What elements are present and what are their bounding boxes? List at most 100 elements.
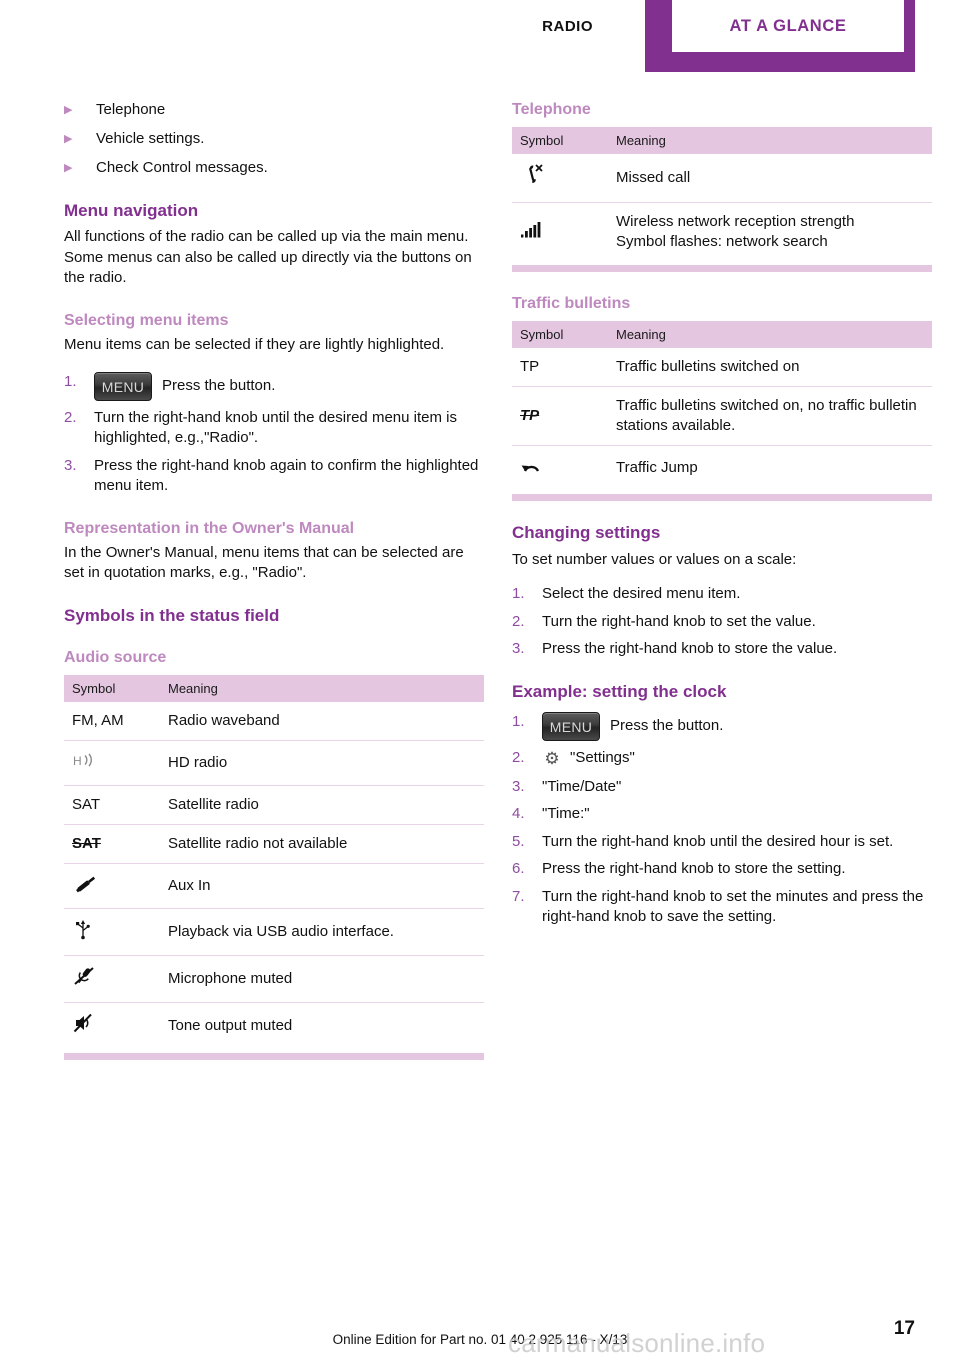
symbol-text-sat: SAT (72, 796, 101, 814)
table-row: SAT Satellite radio (64, 785, 484, 826)
speaker-muted-icon (72, 1012, 102, 1040)
step-number: 1. (64, 372, 77, 390)
step-label: Turn the right-hand knob until the desir… (94, 408, 457, 447)
usb-icon (72, 918, 102, 946)
step-label: Turn the right-hand knob to set the valu… (542, 612, 816, 630)
triangle-bullet-icon: ▶ (64, 162, 73, 174)
cell-symbol: TP (512, 386, 608, 447)
steps-example-clock: 1. MENU Press the button. 2. ⚙ "Settings"… (512, 712, 932, 928)
step-number: 6. (512, 860, 525, 878)
column-header-meaning: Meaning (160, 675, 484, 703)
cell-meaning: Traffic bulletins switched on (608, 348, 932, 388)
table-header-row: Symbol Meaning (512, 127, 932, 155)
bullet-label: Vehicle settings. (96, 130, 205, 147)
heading-symbols-status-field: Symbols in the status field (64, 605, 280, 625)
list-item: 2. ⚙ "Settings" (512, 748, 932, 770)
step-label: "Time:" (542, 805, 590, 823)
table-row: SAT Satellite radio not available (64, 824, 484, 865)
cell-symbol: TP (512, 348, 608, 388)
paragraph-selecting-menu-items: Menu items can be selected if they are l… (64, 336, 445, 354)
step-body: MENU Press the button. (94, 371, 484, 401)
list-item: 3. Press the right-hand knob to store th… (512, 639, 932, 660)
cell-symbol (512, 446, 608, 491)
triangle-bullet-icon: ▶ (64, 104, 73, 116)
cell-symbol (64, 908, 160, 957)
table-row: Traffic Jump (512, 446, 932, 491)
step-number: 3. (512, 777, 525, 795)
missed-call-icon (520, 163, 554, 193)
heading-menu-navigation: Menu navigation (64, 201, 199, 220)
list-item: 1. Select the desired menu item. (512, 584, 932, 605)
step-number: 1. (512, 713, 525, 731)
heading-traffic-bulletins: Traffic bulletins (512, 295, 631, 313)
list-item: 4. "Time:" (512, 804, 932, 825)
header-section-tab-label: AT A GLANCE (729, 16, 847, 35)
page-header: RADIO AT A GLANCE (0, 0, 960, 72)
heading-representation: Representation in the Owner's Manual (64, 519, 355, 537)
table-traffic-bulletins: Symbol Meaning TP Traffic bulletins swit… (512, 321, 932, 490)
table-bottom-rule (64, 1053, 484, 1061)
list-item: 6. Press the right-hand knob to store th… (512, 859, 932, 880)
header-chapter-label: RADIO (542, 17, 593, 35)
table-bottom-rule (512, 494, 932, 502)
table-row: Aux In (64, 863, 484, 910)
list-item: 2. Turn the right-hand knob until the de… (64, 408, 484, 449)
paragraph-menu-navigation: All functions of the radio can be called… (64, 228, 472, 287)
table-row: TP Traffic bulletins switched on, no tra… (512, 386, 932, 447)
table-row: TP Traffic bulletins switched on (512, 348, 932, 388)
heading-audio-source: Audio source (64, 649, 167, 667)
menu-button-graphic[interactable]: MENU (94, 371, 152, 401)
page-number: 17 (893, 1318, 915, 1339)
table-telephone: Symbol Meaning Missed call Wireless netw… (512, 127, 932, 261)
step-label: Press the button. (162, 376, 276, 394)
step-label: "Time/Date" (542, 777, 622, 795)
aux-plug-icon (72, 873, 102, 899)
meaning-line-2: Symbol flashes: network search (616, 233, 828, 251)
step-label: Turn the right-hand knob until the desir… (542, 832, 894, 850)
bullet-label: Telephone (96, 101, 166, 118)
step-number: 7. (512, 887, 525, 905)
list-item: 2. Turn the right-hand knob to set the v… (512, 612, 932, 633)
cell-symbol: FM, AM (64, 702, 160, 742)
step-label: Press the button. (610, 717, 724, 735)
column-header-meaning: Meaning (608, 321, 932, 349)
meaning-line-1: Wireless network reception strength (616, 213, 855, 231)
cell-meaning: HD radio (160, 740, 484, 787)
list-item: ▶ Vehicle settings. (64, 129, 484, 150)
cell-meaning: Playback via USB audio interface. (160, 908, 484, 957)
cell-symbol (64, 955, 160, 1004)
cell-symbol (64, 1003, 160, 1050)
table-bottom-rule (512, 265, 932, 273)
cell-meaning: Traffic Jump (616, 459, 698, 477)
table-row: Microphone muted (64, 955, 484, 1004)
symbol-text-fm-am: FM, AM (72, 712, 124, 730)
cell-meaning: Tone output muted (168, 1017, 293, 1035)
heading-selecting-menu-items: Selecting menu items (64, 311, 229, 329)
step-number: 2. (512, 749, 525, 767)
cell-meaning: Traffic bulletins switched on, no traffi… (608, 386, 932, 447)
step-body: ⚙ "Settings" (542, 748, 932, 770)
steps-selecting-menu-items: 1. MENU Press the button. 2. Turn the ri… (64, 371, 484, 497)
intro-bullet-list: ▶ Telephone ▶ Vehicle settings. ▶ Check … (64, 100, 484, 179)
bullet-label: Check Control messages. (96, 159, 268, 176)
menu-button-graphic[interactable]: MENU (542, 712, 600, 742)
step-number: 4. (512, 805, 525, 823)
left-column: ▶ Telephone ▶ Vehicle settings. ▶ Check … (64, 100, 484, 1061)
step-label: Turn the right-hand knob to set the minu… (542, 887, 924, 926)
table-row: Missed call (512, 154, 932, 204)
list-item: 3. Press the right-hand knob again to co… (64, 456, 484, 497)
step-number: 5. (512, 832, 525, 850)
symbol-text-tp: TP (520, 358, 540, 376)
table-header-row: Symbol Meaning (64, 675, 484, 703)
page-footer: Online Edition for Part no. 01 40 2 925 … (0, 1310, 960, 1362)
table-row: H HD radio (64, 740, 484, 787)
symbol-text-tp-unavailable: TP (520, 407, 540, 425)
paragraph-representation: In the Owner's Manual, menu items that c… (64, 543, 464, 582)
table-header-row: Symbol Meaning (512, 321, 932, 349)
cell-symbol: SAT (64, 785, 160, 826)
table-audio-source: Symbol Meaning FM, AM Radio waveband H H… (64, 675, 484, 1049)
cell-meaning: Wireless network reception strength Symb… (608, 203, 932, 262)
column-header-meaning: Meaning (608, 127, 932, 155)
list-item: 1. MENU Press the button. (64, 371, 484, 401)
cell-meaning: Radio waveband (160, 702, 484, 742)
